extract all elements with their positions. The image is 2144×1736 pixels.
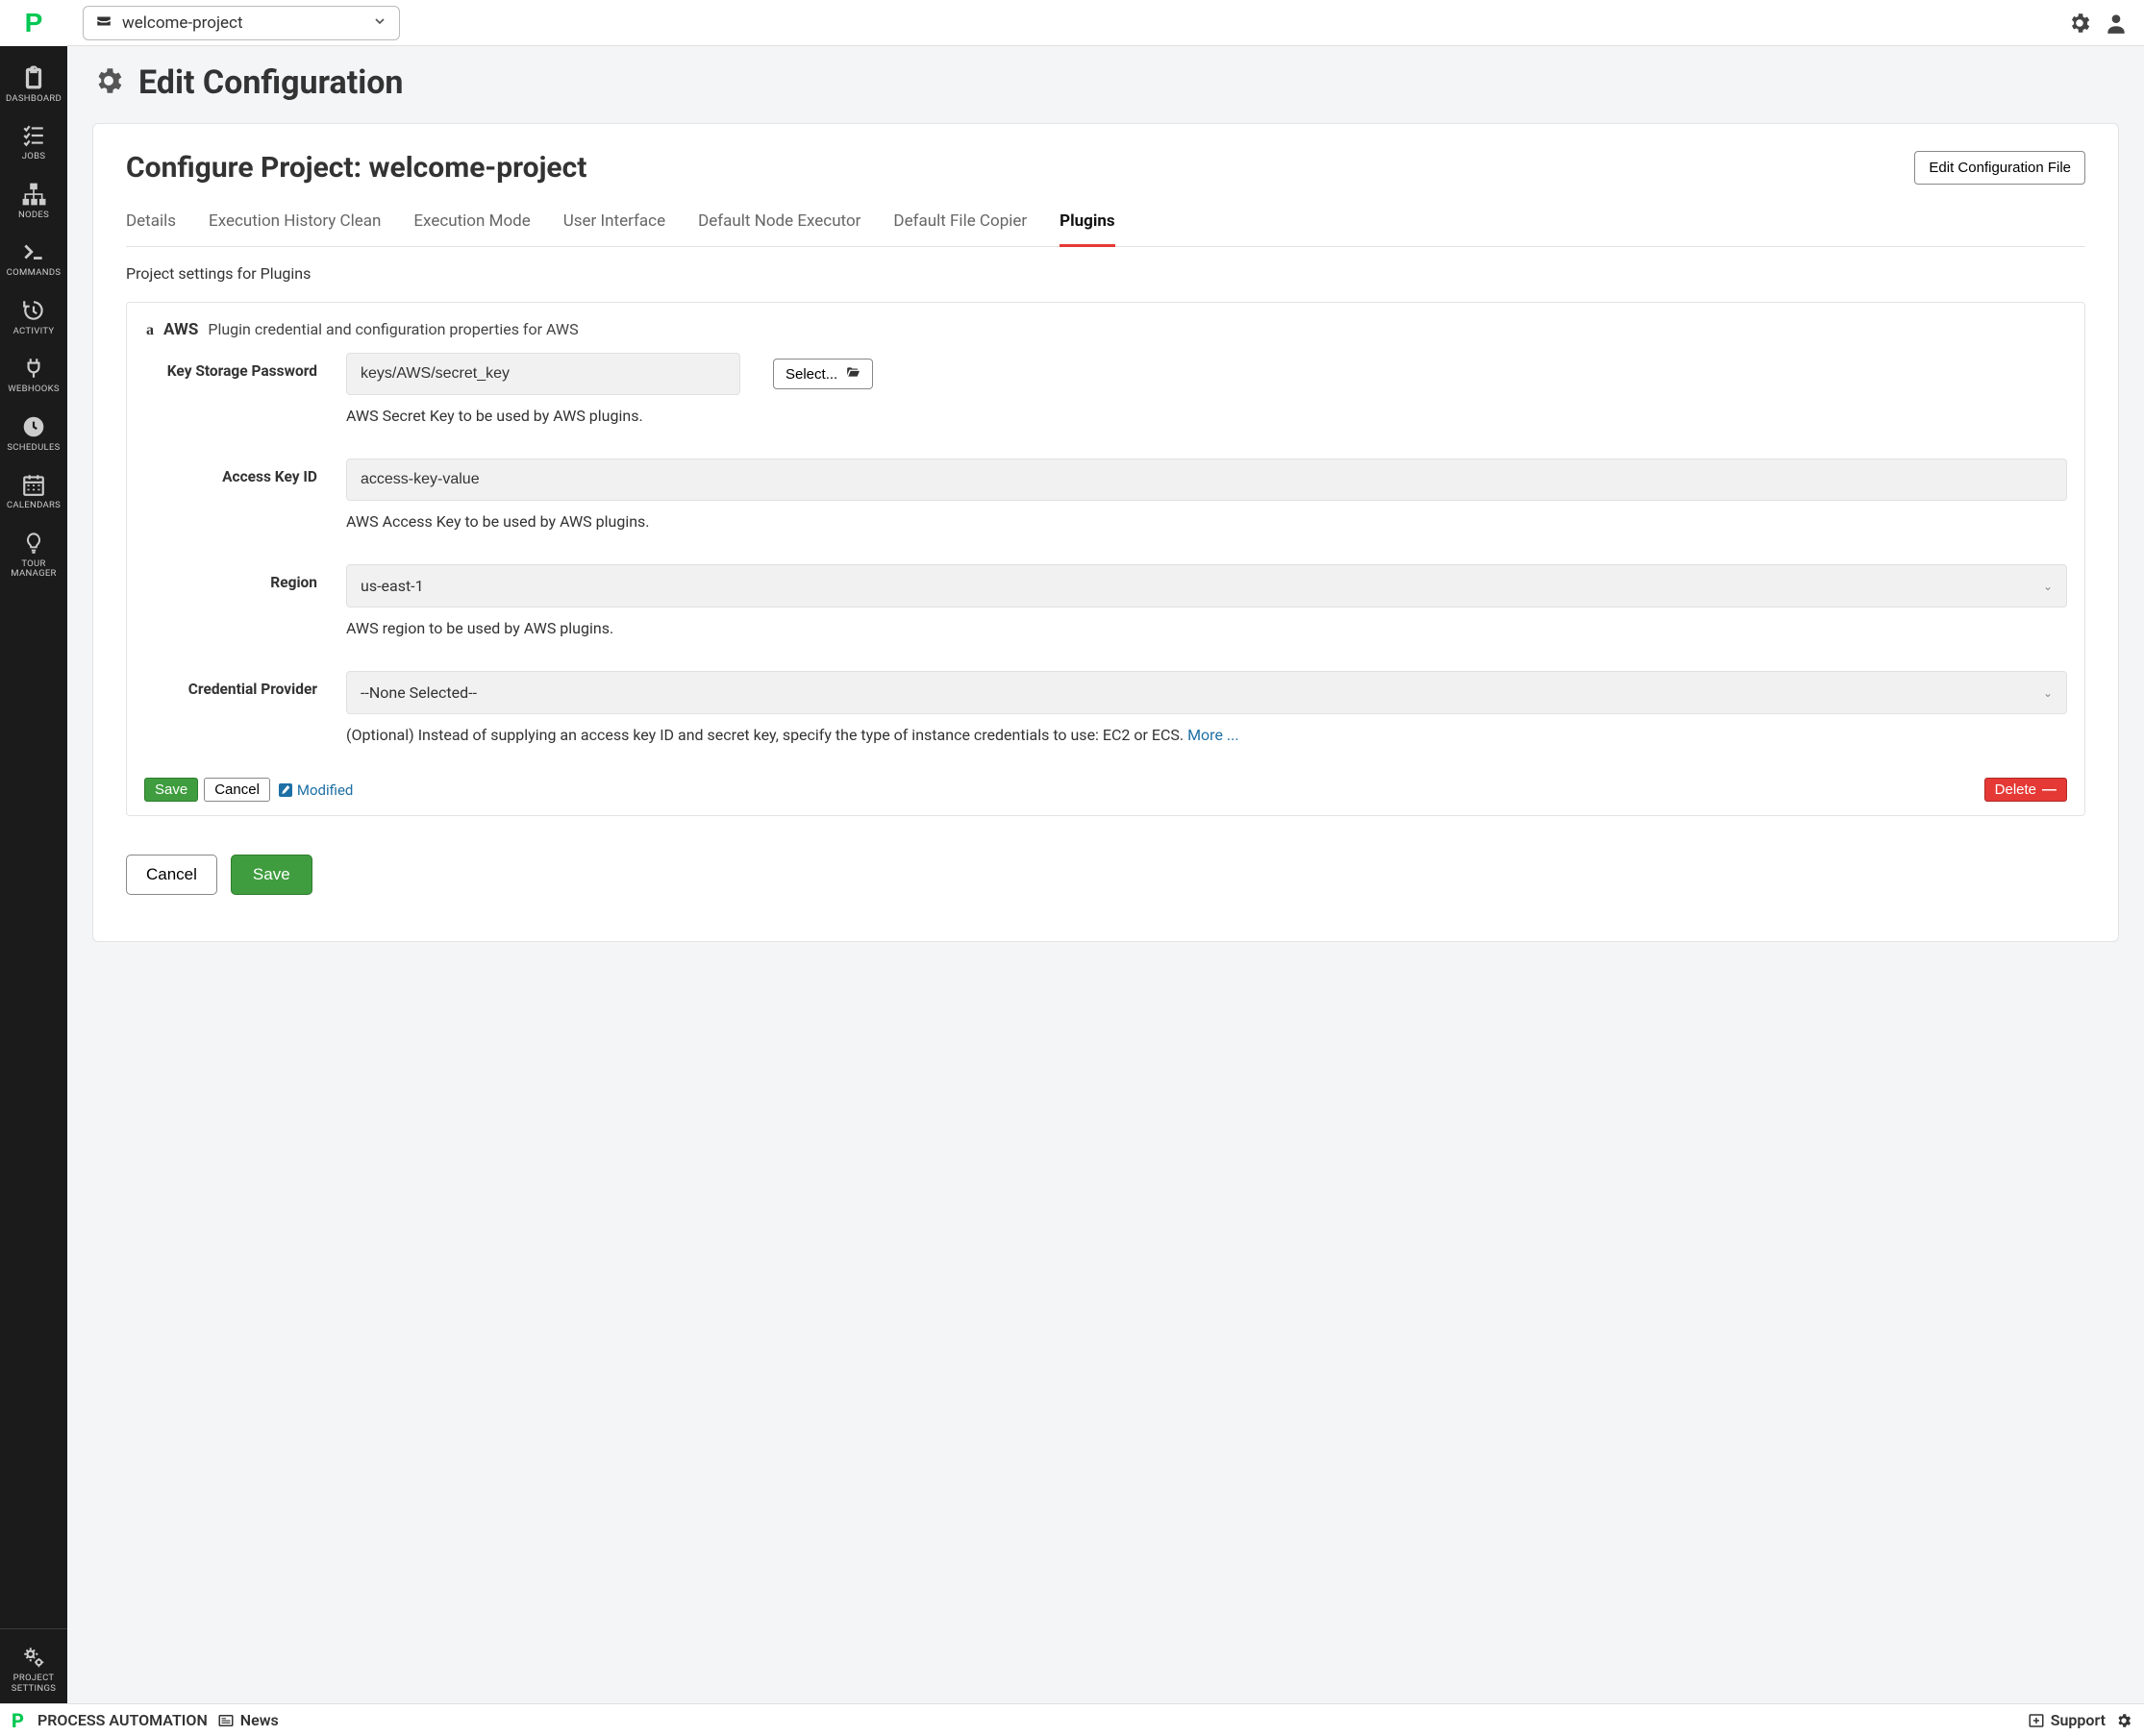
sidebar-item-project-settings[interactable]: PROJECT SETTINGS <box>0 1635 67 1703</box>
sidebar-item-nodes[interactable]: NODES <box>0 172 67 230</box>
tab-execution-history-clean[interactable]: Execution History Clean <box>209 202 381 246</box>
sidebar-item-calendars[interactable]: CALENDARS <box>0 462 67 520</box>
tab-default-node-executor[interactable]: Default Node Executor <box>698 202 860 246</box>
tab-user-interface[interactable]: User Interface <box>563 202 665 246</box>
edit-config-file-button[interactable]: Edit Configuration File <box>1914 151 2085 185</box>
sidebar-item-label: SCHEDULES <box>7 443 60 453</box>
label-credential-provider: Credential Provider <box>144 671 317 698</box>
footer-support[interactable]: Support <box>2028 1711 2106 1729</box>
key-storage-input[interactable] <box>346 353 740 395</box>
plugin-panel-aws: a AWS Plugin credential and configuratio… <box>126 302 2085 816</box>
sidebar-item-label: PROJECT SETTINGS <box>12 1674 56 1694</box>
page-title: Edit Configuration <box>138 63 403 102</box>
more-link[interactable]: More ... <box>1187 726 1238 744</box>
content: Edit Configuration Configure Project: we… <box>67 46 2144 1736</box>
label-key-storage-password: Key Storage Password <box>144 353 317 380</box>
tabs: Details Execution History Clean Executio… <box>126 202 2085 247</box>
region-value: us-east-1 <box>361 577 424 595</box>
sidebar-item-label: COMMANDS <box>7 268 62 278</box>
footer-gear-icon[interactable] <box>2115 1712 2132 1729</box>
chevron-down-icon: ⌄ <box>2043 580 2053 593</box>
select-button-label: Select... <box>785 366 837 383</box>
card-title: Configure Project: welcome-project <box>126 151 586 185</box>
tab-default-file-copier[interactable]: Default File Copier <box>893 202 1027 246</box>
tab-execution-mode[interactable]: Execution Mode <box>413 202 530 246</box>
bulb-icon <box>21 531 46 556</box>
help-region: AWS region to be used by AWS plugins. <box>346 617 2067 640</box>
footer-brand: PROCESS AUTOMATION <box>37 1711 208 1729</box>
gear-icon <box>92 64 125 101</box>
plug-icon <box>21 356 46 381</box>
minus-icon: — <box>2042 781 2057 798</box>
config-card: Configure Project: welcome-project Edit … <box>92 123 2119 942</box>
tab-details[interactable]: Details <box>126 202 176 246</box>
sidebar-item-label: CALENDARS <box>7 501 61 510</box>
sidebar-item-label: NODES <box>18 211 49 220</box>
sidebar-item-jobs[interactable]: JOBS <box>0 113 67 171</box>
sidebar-item-tour-manager[interactable]: TOUR MANAGER <box>0 521 67 589</box>
logo[interactable]: P <box>0 0 67 46</box>
credential-provider-value: --None Selected-- <box>361 683 477 702</box>
sidebar-item-schedules[interactable]: SCHEDULES <box>0 405 67 462</box>
plugin-cancel-button[interactable]: Cancel <box>204 778 270 802</box>
plugin-name: AWS <box>163 320 198 339</box>
project-selector[interactable]: welcome-project <box>83 6 400 40</box>
plugin-description: Plugin credential and configuration prop… <box>208 320 578 338</box>
user-icon[interactable] <box>2104 11 2129 36</box>
sidebar-item-label: JOBS <box>22 152 46 161</box>
tab-plugins[interactable]: Plugins <box>1060 202 1114 247</box>
topbar: welcome-project <box>67 0 2144 46</box>
help-access-key: AWS Access Key to be used by AWS plugins… <box>346 510 2067 533</box>
sidebar-item-label: TOUR MANAGER <box>11 559 56 580</box>
logo-p-icon: P <box>25 8 43 38</box>
chevron-down-icon: ⌄ <box>2043 686 2053 700</box>
plugin-delete-button[interactable]: Delete — <box>1984 778 2067 802</box>
calendar-icon <box>21 472 46 497</box>
checklist-icon <box>21 123 46 148</box>
chevron-down-icon <box>372 13 387 33</box>
sidebar-item-label: DASHBOARD <box>6 94 62 104</box>
footer: P PROCESS AUTOMATION News Support <box>0 1703 2144 1736</box>
project-name: welcome-project <box>122 13 243 33</box>
network-icon <box>21 182 46 207</box>
sidebar-item-webhooks[interactable]: WEBHOOKS <box>0 346 67 404</box>
credential-provider-select[interactable]: --None Selected-- ⌄ <box>346 671 2067 714</box>
edit-icon <box>279 783 292 797</box>
footer-logo-icon: P <box>12 1709 24 1732</box>
modified-badge: Modified <box>279 781 353 799</box>
page-save-button[interactable]: Save <box>231 855 312 895</box>
sidebar-item-dashboard[interactable]: DASHBOARD <box>0 56 67 113</box>
label-region: Region <box>144 564 317 591</box>
clipboard-icon <box>21 65 46 90</box>
sidebar-item-label: ACTIVITY <box>13 327 55 336</box>
sidebar-item-label: WEBHOOKS <box>8 384 60 394</box>
inbox-icon <box>95 12 112 34</box>
plugin-save-button[interactable]: Save <box>144 778 198 802</box>
sidebar: P DASHBOARD JOBS NODES <box>0 0 67 1736</box>
sidebar-item-commands[interactable]: COMMANDS <box>0 230 67 287</box>
section-subhead: Project settings for Plugins <box>126 264 2085 283</box>
sidebar-item-activity[interactable]: ACTIVITY <box>0 288 67 346</box>
help-key-storage: AWS Secret Key to be used by AWS plugins… <box>346 405 2067 428</box>
footer-news[interactable]: News <box>217 1711 279 1729</box>
label-access-key: Access Key ID <box>144 459 317 485</box>
terminal-icon <box>21 239 46 264</box>
aws-a-icon: a <box>146 322 154 339</box>
page-cancel-button[interactable]: Cancel <box>126 855 217 895</box>
select-key-button[interactable]: Select... <box>773 359 873 389</box>
clock-icon <box>21 414 46 439</box>
folder-open-icon <box>845 365 860 383</box>
settings-gear-icon[interactable] <box>2067 11 2092 36</box>
help-credential-provider: (Optional) Instead of supplying an acces… <box>346 724 2067 747</box>
history-icon <box>21 298 46 323</box>
access-key-input[interactable] <box>346 459 2067 501</box>
region-select[interactable]: us-east-1 ⌄ <box>346 564 2067 608</box>
gears-icon <box>21 1645 46 1670</box>
